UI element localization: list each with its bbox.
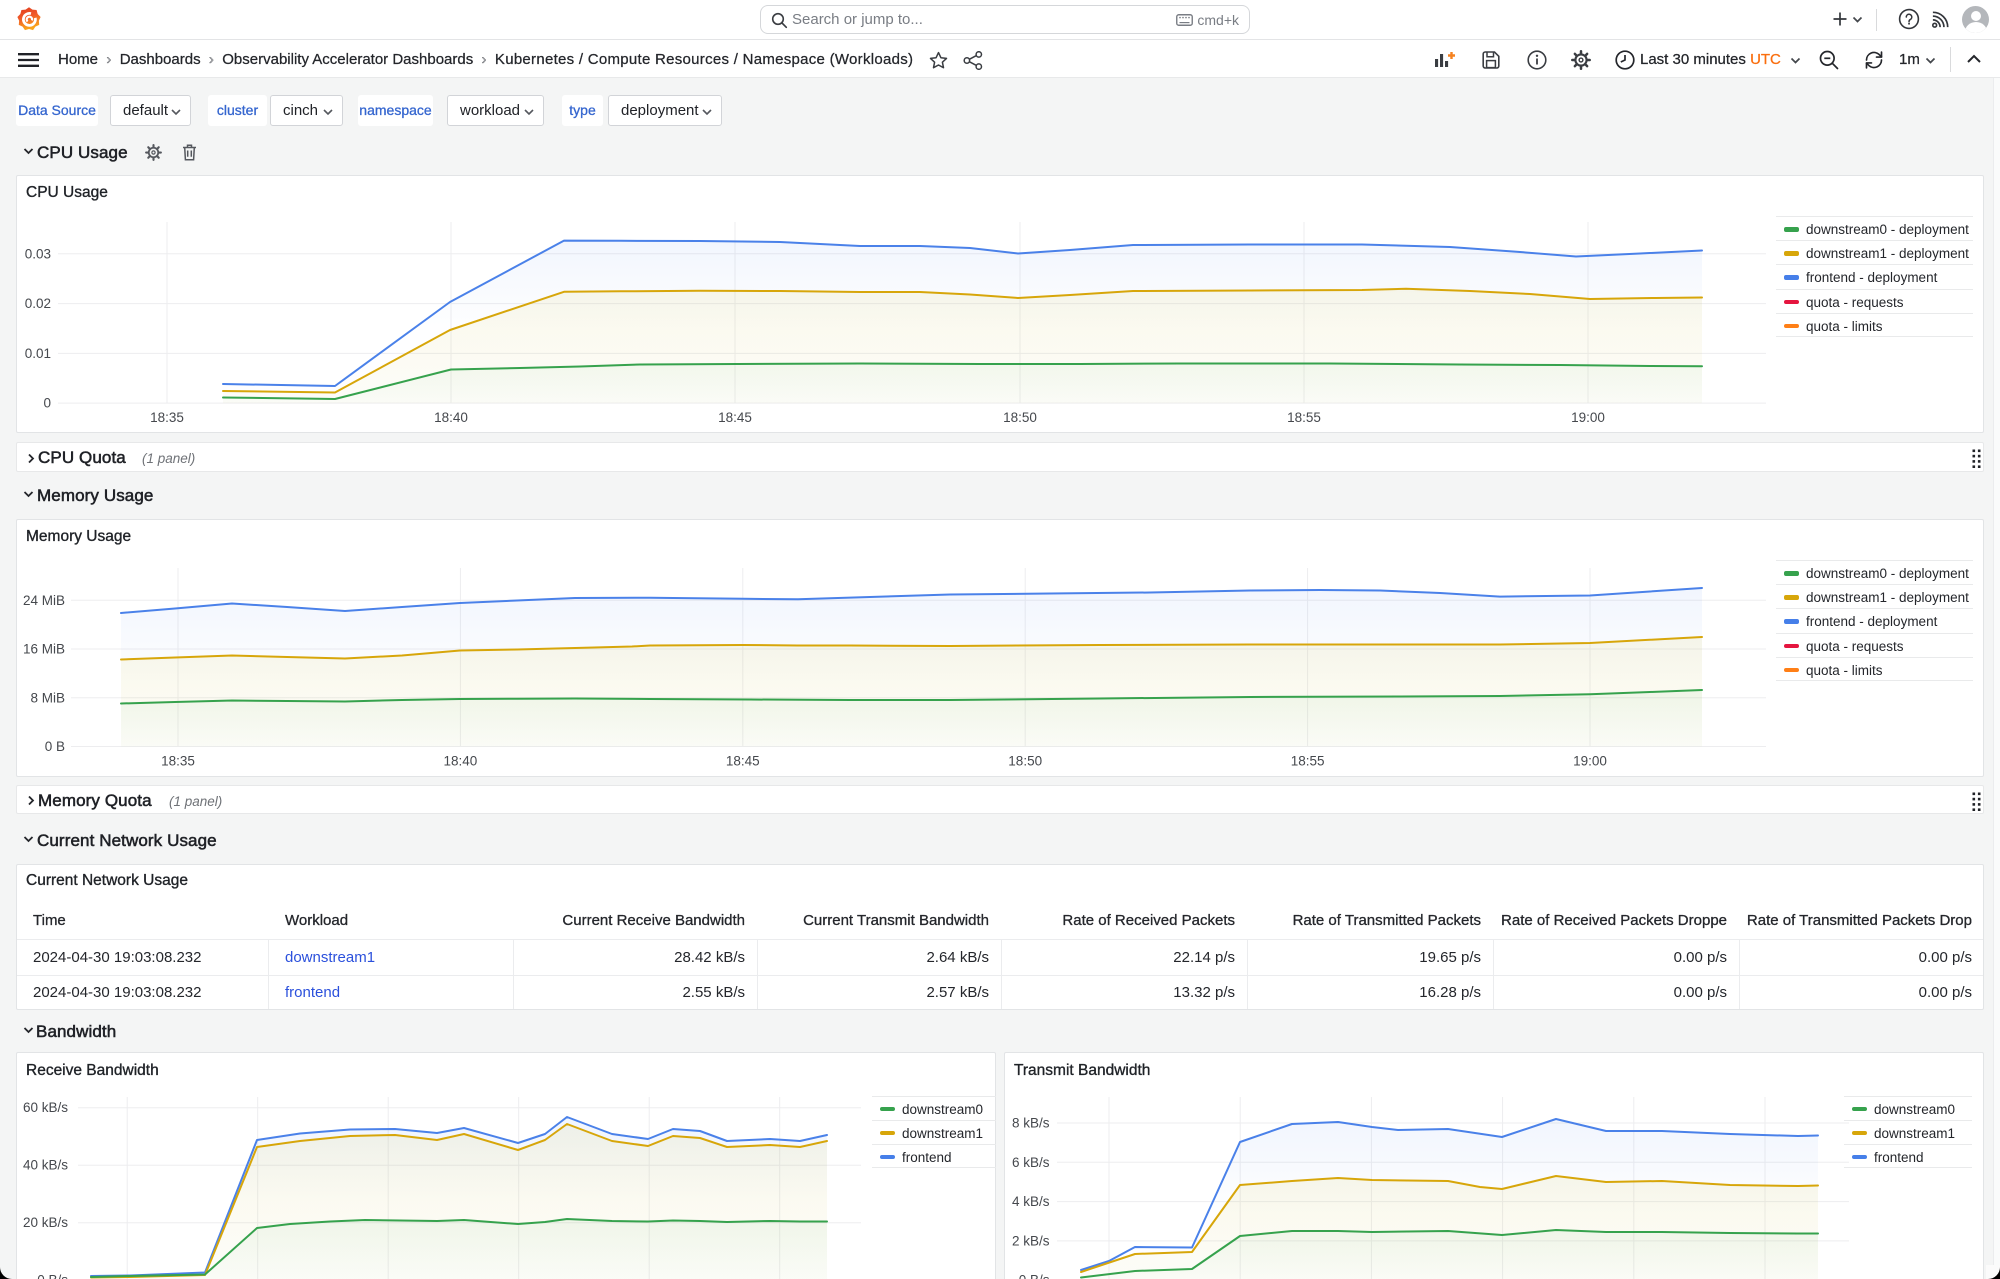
svg-text:18:35: 18:35 (161, 754, 195, 769)
svg-text:0 B/s: 0 B/s (37, 1273, 68, 1279)
svg-text:0: 0 (43, 396, 51, 411)
svg-text:18:55: 18:55 (1287, 410, 1321, 425)
svg-text:19:00: 19:00 (1573, 754, 1607, 769)
svg-text:16 MiB: 16 MiB (23, 642, 65, 657)
svg-text:8 MiB: 8 MiB (30, 690, 65, 705)
svg-text:40 kB/s: 40 kB/s (23, 1158, 68, 1173)
svg-text:0 B/s: 0 B/s (1019, 1273, 1050, 1279)
svg-text:4 kB/s: 4 kB/s (1012, 1194, 1050, 1209)
svg-text:18:50: 18:50 (1008, 754, 1042, 769)
svg-text:18:40: 18:40 (434, 410, 468, 425)
svg-text:19:00: 19:00 (1571, 410, 1605, 425)
svg-text:60 kB/s: 60 kB/s (23, 1100, 68, 1115)
svg-text:18:45: 18:45 (726, 754, 760, 769)
svg-text:18:45: 18:45 (718, 410, 752, 425)
svg-text:18:40: 18:40 (444, 754, 478, 769)
svg-text:18:35: 18:35 (150, 410, 184, 425)
svg-text:2 kB/s: 2 kB/s (1012, 1233, 1050, 1248)
svg-text:0 B: 0 B (45, 739, 65, 754)
svg-text:0.01: 0.01 (25, 346, 51, 361)
svg-text:18:50: 18:50 (1003, 410, 1037, 425)
svg-text:0.03: 0.03 (25, 246, 51, 261)
svg-text:0.02: 0.02 (25, 296, 51, 311)
svg-text:6 kB/s: 6 kB/s (1012, 1155, 1050, 1170)
svg-text:20 kB/s: 20 kB/s (23, 1215, 68, 1230)
svg-text:24 MiB: 24 MiB (23, 593, 65, 608)
svg-text:8 kB/s: 8 kB/s (1012, 1116, 1050, 1131)
svg-text:18:55: 18:55 (1291, 754, 1325, 769)
